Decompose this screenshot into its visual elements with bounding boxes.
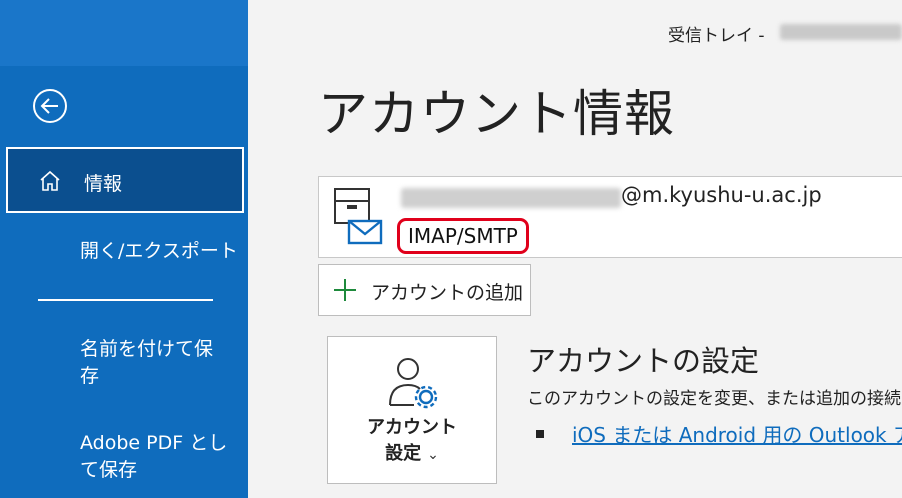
chevron-down-icon: ⌄	[427, 447, 439, 463]
sidebar-header	[0, 0, 248, 66]
add-account-button[interactable]: アカウントの追加	[318, 264, 531, 316]
mobile-app-link[interactable]: iOS または Android 用の Outlook ア	[572, 419, 902, 448]
sidebar-item-label: Adobe PDF として保存	[80, 432, 228, 481]
bullet-icon	[536, 430, 544, 438]
sidebar-item-label: 名前を付けて保存	[80, 338, 214, 387]
back-arrow-circle-icon[interactable]	[32, 88, 68, 124]
account-settings-label-text: 設定	[385, 443, 422, 464]
section-title: アカウントの設定	[527, 344, 760, 378]
window-title: 受信トレイ -	[668, 26, 765, 46]
mail-account-icon	[333, 187, 385, 247]
person-gear-icon	[388, 355, 440, 413]
account-settings-label-line2: 設定 ⌄	[328, 439, 496, 465]
page-title: アカウント情報	[318, 85, 675, 143]
sidebar-item-label: 開く/エクスポート	[80, 240, 238, 262]
sidebar-item-info[interactable]: 情報	[6, 147, 244, 213]
add-account-label: アカウントの追加	[371, 282, 524, 304]
sidebar: 情報 開く/エクスポート 名前を付けて保存 Adobe PDF として保存	[0, 0, 248, 498]
sidebar-item-save-as[interactable]: 名前を付けて保存	[0, 336, 248, 396]
plus-icon	[333, 278, 357, 302]
account-selector[interactable]: @m.kyushu-u.ac.jp IMAP/SMTP	[318, 176, 902, 258]
redacted-account-name	[780, 24, 902, 40]
sidebar-divider	[38, 299, 213, 301]
home-icon	[38, 169, 62, 193]
sidebar-item-label: 情報	[84, 173, 123, 195]
section-description: このアカウントの設定を変更、または追加の接続	[527, 389, 901, 409]
email-domain: @m.kyushu-u.ac.jp	[621, 183, 822, 207]
sidebar-item-save-adobe-pdf[interactable]: Adobe PDF として保存	[0, 430, 248, 490]
sidebar-item-open-export[interactable]: 開く/エクスポート	[0, 238, 248, 268]
account-settings-label-line1: アカウント	[367, 417, 457, 438]
protocol-label: IMAP/SMTP	[397, 218, 529, 254]
account-settings-button[interactable]: アカウント 設定 ⌄	[327, 336, 497, 484]
redacted-email-user	[401, 188, 621, 208]
